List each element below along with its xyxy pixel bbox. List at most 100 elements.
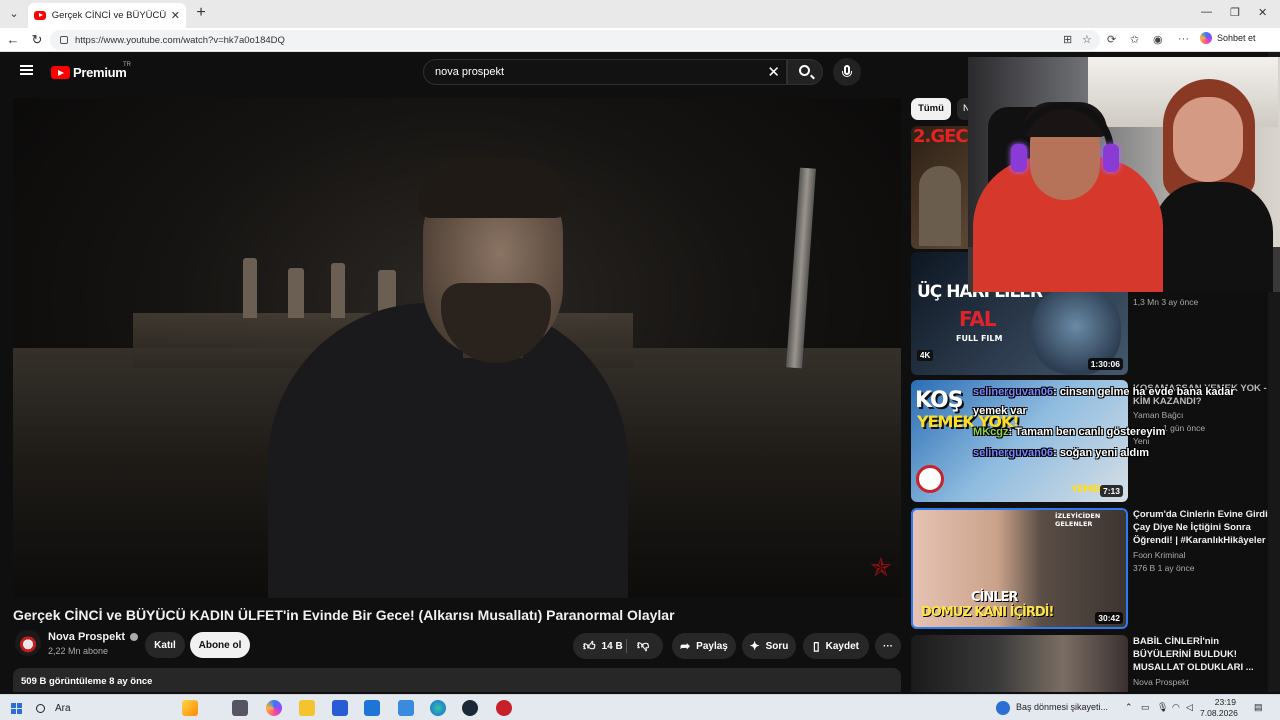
taskbar-search-label: Ara — [55, 702, 71, 714]
voice-search-button[interactable] — [833, 58, 861, 86]
thumbs-up-icon: 👍︎ — [583, 638, 596, 653]
minimize-icon[interactable]: — — [1201, 6, 1212, 18]
new-tab-button[interactable]: + — [192, 4, 210, 22]
browser-tabstrip: ⌄ Gerçek CİNCİ ve BÜYÜCÜ KADIN Ü ✕ + — ❐… — [0, 0, 1280, 28]
video-duration: 1:30:06 — [1087, 358, 1123, 370]
app-icon[interactable] — [398, 700, 414, 716]
clock[interactable]: 23:19 7.08.2026 — [1200, 697, 1238, 719]
channel-name[interactable]: Nova Prospekt — [48, 631, 139, 643]
store-icon[interactable] — [332, 700, 348, 716]
battery-icon[interactable]: ▭ — [1141, 702, 1150, 713]
recommended-thumbnail[interactable]: İZLEYİCİDEN GELENLER CİNLER DOMUZ KANI İ… — [911, 508, 1128, 629]
channel-name-text: Nova Prospekt — [48, 631, 126, 643]
recommended-thumbnail[interactable] — [911, 635, 1128, 692]
video-player[interactable]: ✯ — [13, 98, 901, 598]
site-info-icon[interactable] — [60, 36, 68, 44]
share-arrow-icon: ➦ — [680, 639, 691, 653]
video-pole — [786, 167, 816, 369]
search-icon — [799, 65, 810, 76]
search-icon — [36, 703, 45, 713]
volume-icon[interactable]: ◁ — [1186, 702, 1193, 713]
share-button[interactable]: ➦ Paylaş — [672, 633, 736, 659]
subscriber-count: 2,22 Mn abone — [48, 646, 109, 656]
refresh-icon[interactable]: ↻ — [29, 32, 45, 48]
app-icon[interactable] — [496, 700, 512, 716]
edge-browser-icon[interactable] — [430, 700, 446, 716]
clear-search-icon[interactable]: ✕ — [767, 63, 780, 81]
recommended-title[interactable]: BABİL CİNLERİ'nin BÜYÜLERİNİ BULDUK! MUS… — [1133, 635, 1278, 674]
sparkle-icon: ✦ — [749, 639, 760, 653]
menu-dots-icon[interactable]: ··· — [1178, 33, 1189, 45]
like-button[interactable]: 👍︎ 14 B 👎︎ — [573, 633, 663, 659]
profile-avatar-icon[interactable]: ◉ — [1153, 33, 1163, 46]
app-icon[interactable]: ⊞ — [1063, 33, 1072, 46]
clock-date: 7.08.2026 — [1200, 708, 1238, 718]
steam-icon[interactable] — [462, 700, 478, 716]
webcam-overlay — [968, 57, 1280, 292]
channel-label[interactable]: Nova Prospekt — [1133, 677, 1189, 687]
youtube-logo[interactable]: Premium TR — [51, 62, 131, 80]
chat-message: MKcgz: Tamam ben canlı göstereyim — [973, 426, 1165, 438]
windows-start-icon[interactable] — [11, 703, 22, 714]
sparkle-widget-icon[interactable] — [182, 700, 198, 716]
video-person-hair — [418, 158, 568, 218]
subscribe-button[interactable]: Abone ol — [190, 632, 250, 658]
copilot-chat-button[interactable]: Sohbet et — [1200, 32, 1256, 44]
save-button[interactable]: ▯ Kaydet — [803, 633, 869, 659]
cam-woman-body — [1153, 182, 1273, 292]
view-stats: 509 B görüntüleme 8 ay önce — [21, 676, 153, 687]
join-button[interactable]: Katıl — [145, 632, 185, 658]
channel-label[interactable]: Foon Kriminal — [1133, 550, 1185, 560]
copilot-icon[interactable] — [266, 700, 282, 716]
views-age: 1,3 Mn 3 ay önce — [1133, 297, 1199, 307]
thumbs-down-icon[interactable]: 👎︎ — [637, 638, 649, 653]
chat-text: : soğan yeni aldım — [1053, 447, 1150, 459]
youtube-favicon-icon — [34, 11, 46, 20]
search-input[interactable]: nova prospekt ✕ — [423, 59, 787, 85]
extensions-icon[interactable]: ⟳ — [1107, 33, 1116, 46]
task-view-icon[interactable] — [232, 700, 248, 716]
browser-tab-active[interactable]: Gerçek CİNCİ ve BÜYÜCÜ KADIN Ü ✕ — [28, 3, 186, 28]
back-arrow-icon[interactable]: ← — [5, 32, 21, 47]
chat-username: selinerguvan06 — [973, 447, 1054, 459]
tab-list-chevron-icon[interactable]: ⌄ — [4, 4, 24, 24]
maximize-icon[interactable]: ❐ — [1230, 6, 1240, 19]
thumb-text-2: FAL — [959, 307, 997, 331]
mail-icon[interactable] — [364, 700, 380, 716]
url-field[interactable]: https://www.youtube.com/watch?v=hk7a0o18… — [50, 30, 1100, 50]
description-box[interactable]: 509 B görüntüleme 8 ay önce — [13, 668, 901, 692]
video-title: Gerçek CİNCİ ve BÜYÜCÜ KADIN ÜLFET'in Ev… — [13, 607, 675, 623]
views-age: 376 B 1 ay önce — [1133, 563, 1195, 573]
close-window-icon[interactable]: ✕ — [1258, 6, 1267, 19]
recommended-title[interactable]: Çorum'da Cinlerin Evine Girdi, Çay Diye … — [1133, 508, 1278, 547]
channel-avatar[interactable] — [15, 630, 41, 656]
collections-icon[interactable]: ✩ — [1130, 33, 1139, 46]
chat-message: yemek var — [973, 405, 1027, 417]
chip-all[interactable]: Tümü — [911, 98, 951, 120]
watermark-star-icon: ✯ — [870, 552, 892, 582]
tab-close-icon[interactable]: ✕ — [171, 9, 180, 22]
4k-badge: 4K — [917, 350, 934, 361]
chat-message: selinerguvan06: cinsen gelme ha evde ban… — [973, 386, 1235, 398]
channel-label[interactable]: Yaman Bağcı — [1133, 410, 1183, 420]
recommended-thumbnail[interactable]: KOŞ YEMEK YOK! YEMEK 7:13 — [911, 380, 1128, 502]
chat-text: : Tamam ben canlı göstereyim — [1008, 426, 1166, 438]
search-button[interactable] — [787, 59, 823, 85]
windows-taskbar: Ara Baş dönmesi şikayeti... ⌃ ▭ 🎙︎ ◠ ◁ 2… — [0, 694, 1280, 720]
chevron-up-icon[interactable]: ⌃ — [1125, 702, 1133, 713]
chat-button-label: Sohbet et — [1217, 33, 1256, 43]
ask-button[interactable]: ✦ Soru — [742, 633, 796, 659]
notification-bell-icon[interactable]: ▤ — [1254, 702, 1263, 713]
wifi-icon[interactable]: ◠ — [1172, 702, 1180, 713]
file-explorer-icon[interactable] — [299, 700, 315, 716]
chat-username: MKcgz — [973, 426, 1009, 438]
hamburger-menu-icon[interactable] — [20, 65, 33, 75]
logo-country: TR — [123, 62, 131, 68]
favorite-star-icon[interactable]: ☆ — [1082, 33, 1092, 46]
more-actions-button[interactable]: ··· — [875, 633, 901, 659]
thumb-text-3: FULL FILM — [956, 334, 1003, 343]
microphone-icon[interactable]: 🎙︎ — [1157, 702, 1168, 713]
notification-text[interactable]: Baş dönmesi şikayeti... — [1016, 702, 1108, 712]
video-duration: 30:42 — [1095, 612, 1123, 624]
notification-app-icon[interactable] — [996, 701, 1010, 715]
